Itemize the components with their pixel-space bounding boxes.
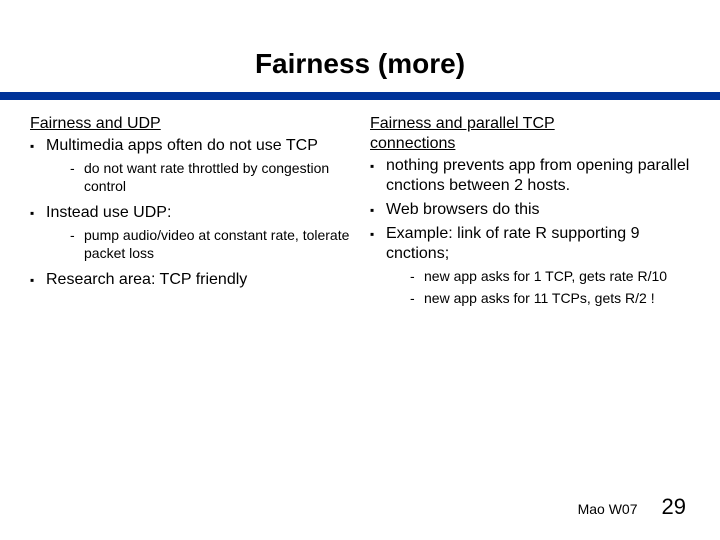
slide-title: Fairness (more) xyxy=(0,0,720,92)
list-item: new app asks for 1 TCP, gets rate R/10 xyxy=(410,268,690,286)
slide: Fairness (more) Fairness and UDP Multime… xyxy=(0,0,720,540)
list-item: Multimedia apps often do not use TCP do … xyxy=(30,136,350,195)
right-column: Fairness and parallel TCP connections no… xyxy=(370,114,690,315)
list-item: do not want rate throttled by congestion… xyxy=(70,160,350,195)
list-item: Web browsers do this xyxy=(370,200,690,220)
bullet-text: new app asks for 1 TCP, gets rate R/10 xyxy=(424,268,667,284)
bullet-text: Web browsers do this xyxy=(386,201,540,218)
left-column: Fairness and UDP Multimedia apps often d… xyxy=(30,114,350,315)
bullet-text: Example: link of rate R supporting 9 cnc… xyxy=(386,225,639,262)
bullet-text: Instead use UDP: xyxy=(46,204,171,221)
right-heading: Fairness and parallel TCP connections xyxy=(370,114,690,154)
page-number: 29 xyxy=(662,494,686,520)
title-rule xyxy=(0,92,720,100)
slide-footer: Mao W07 29 xyxy=(578,494,686,520)
list-item: new app asks for 11 TCPs, gets R/2 ! xyxy=(410,290,690,308)
bullet-text: do not want rate throttled by congestion… xyxy=(84,160,329,194)
bullet-text: Multimedia apps often do not use TCP xyxy=(46,137,318,154)
list-item: nothing prevents app from opening parall… xyxy=(370,156,690,196)
bullet-text: new app asks for 11 TCPs, gets R/2 ! xyxy=(424,290,655,306)
list-item: pump audio/video at constant rate, toler… xyxy=(70,227,350,262)
list-item: Research area: TCP friendly xyxy=(30,270,350,290)
bullet-text: Research area: TCP friendly xyxy=(46,271,247,288)
heading-line: Fairness and parallel TCP xyxy=(370,115,555,132)
list-item: Instead use UDP: pump audio/video at con… xyxy=(30,203,350,262)
slide-body: Fairness and UDP Multimedia apps often d… xyxy=(0,100,720,315)
list-item: Example: link of rate R supporting 9 cnc… xyxy=(370,224,690,307)
bullet-text: pump audio/video at constant rate, toler… xyxy=(84,227,349,261)
bullet-text: nothing prevents app from opening parall… xyxy=(386,157,689,194)
left-heading: Fairness and UDP xyxy=(30,114,350,134)
footer-text: Mao W07 xyxy=(578,501,638,517)
heading-line: connections xyxy=(370,135,455,152)
